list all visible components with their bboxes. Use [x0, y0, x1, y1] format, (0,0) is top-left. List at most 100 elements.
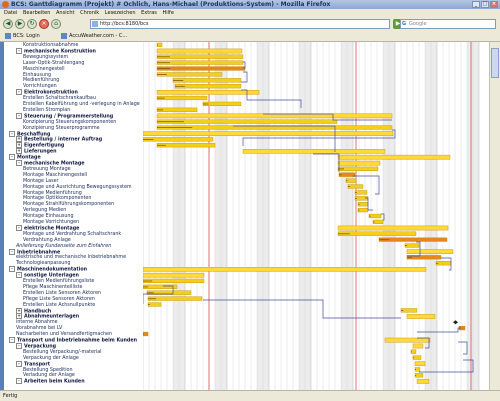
search-placeholder: Google: [409, 21, 427, 27]
dependency-line: [241, 71, 248, 83]
progress-bar: [411, 351, 412, 353]
weekend-column: [263, 42, 269, 390]
weekend-column: [299, 42, 305, 390]
task-bar: [378, 237, 448, 242]
navigation-side-tab[interactable]: [0, 42, 4, 390]
scrollbar-thumb[interactable]: [491, 48, 499, 78]
progress-bar: [358, 203, 360, 205]
summary-bar: [416, 379, 430, 384]
task-tree: Konstruktionsabnahme - mechanische Konstru…: [5, 42, 143, 390]
progress-bar: [436, 262, 439, 264]
stop-icon[interactable]: ×: [39, 19, 49, 29]
forward-icon[interactable]: ▶: [15, 19, 25, 29]
progress-bar: [203, 103, 209, 105]
progress-bar: [157, 74, 167, 75]
page-content: Konstruktionsabnahme - mechanische Konstru…: [0, 42, 500, 390]
task-label: Arbeiten beim Kunden: [24, 379, 85, 385]
summary-bar: [406, 249, 454, 254]
progress-bar: [355, 192, 357, 193]
summary-bar: [143, 131, 394, 136]
status-bar: Fertig: [0, 390, 500, 401]
progress-bar: [415, 369, 416, 370]
task-bar: [337, 231, 417, 236]
progress-bar: [379, 239, 390, 241]
progress-bar: [338, 233, 350, 235]
progress-bar: [346, 180, 348, 182]
summary-bar: [156, 90, 260, 95]
milestone-marker: [453, 320, 458, 325]
reload-icon[interactable]: ↻: [27, 19, 37, 29]
close-button[interactable]: ×: [490, 1, 498, 8]
progress-bar: [157, 97, 165, 99]
bookmark-label: BCS: Login: [13, 33, 40, 39]
progress-bar: [143, 280, 153, 282]
progress-bar: [355, 198, 357, 199]
back-icon[interactable]: ◀: [3, 19, 13, 29]
google-icon: G: [402, 21, 407, 27]
window-titlebar: BCS: Ganttdiagramm (Projekt) # Ochlich, …: [0, 0, 500, 9]
summary-bar: [337, 160, 381, 166]
progress-bar: [157, 127, 193, 128]
dependency-line: [233, 125, 336, 152]
task-bar: [147, 296, 203, 301]
weekend-column: [431, 42, 437, 390]
summary-bar: [406, 314, 436, 319]
progress-bar: [405, 245, 408, 246]
minimize-button[interactable]: _: [472, 1, 480, 8]
summary-bar: [143, 272, 205, 278]
url-input[interactable]: http://bcs:8180/bcs: [90, 19, 390, 29]
bookmark-accuweather[interactable]: AccuWeather.com - C...: [60, 32, 127, 40]
weekend-column: [305, 42, 311, 390]
progress-bar: [143, 333, 144, 335]
window-controls: _ □ ×: [472, 1, 498, 8]
progress-bar: [413, 357, 415, 359]
url-text: http://bcs:8180/bcs: [100, 21, 149, 27]
menu-chronik[interactable]: Chronik: [80, 9, 99, 17]
bookmark-bcs-login[interactable]: BCS: Login: [4, 32, 40, 40]
summary-bar: [242, 148, 386, 154]
progress-bar: [148, 304, 150, 305]
progress-bar: [369, 215, 371, 217]
menu-datei[interactable]: Datei: [4, 9, 17, 17]
menu-lesezeichen[interactable]: Lesezeichen: [105, 9, 136, 17]
maximize-button[interactable]: □: [481, 1, 489, 8]
task-bar: [143, 284, 178, 289]
home-icon[interactable]: ⌂: [51, 19, 61, 29]
progress-bar: [143, 139, 154, 140]
progress-bar: [157, 109, 163, 111]
search-input[interactable]: G Google: [400, 19, 496, 29]
progress-bar: [143, 286, 149, 288]
progress-bar: [173, 80, 184, 81]
progress-bar: [415, 375, 417, 376]
weekend-column: [347, 42, 353, 390]
progress-bar: [157, 68, 171, 69]
summary-bar: [384, 337, 431, 343]
weekend-column: [473, 42, 479, 390]
menu-hilfe[interactable]: Hilfe: [163, 9, 174, 17]
menu-ansicht[interactable]: Ansicht: [56, 9, 74, 17]
vertical-scrollbar[interactable]: [489, 42, 500, 390]
progress-bar: [157, 121, 184, 123]
weekend-column: [341, 42, 347, 390]
summary-bar: [156, 113, 393, 119]
progress-bar: [157, 62, 170, 64]
progress-bar: [175, 85, 185, 87]
menu-bearbeiten[interactable]: Bearbeiten: [23, 9, 50, 17]
dependency-line: [458, 341, 468, 355]
dependency-line: [417, 327, 461, 333]
task-row[interactable]: - Arbeiten beim Kunden: [5, 378, 154, 385]
progress-bar: [407, 257, 413, 258]
progress-bar: [148, 298, 157, 300]
progress-bar: [373, 221, 375, 223]
progress-bar: [339, 174, 342, 176]
progress-bar: [401, 310, 404, 311]
progress-bar: [157, 56, 170, 58]
menu-extras[interactable]: Extras: [141, 9, 157, 17]
progress-bar: [147, 292, 154, 294]
page-icon: [92, 21, 98, 27]
summary-bar: [412, 343, 424, 349]
window-title: BCS: Ganttdiagramm (Projekt) # Ochlich, …: [11, 1, 331, 8]
collapse-icon[interactable]: -: [16, 378, 22, 385]
summary-bar: [156, 48, 243, 54]
weekend-column: [389, 42, 395, 390]
